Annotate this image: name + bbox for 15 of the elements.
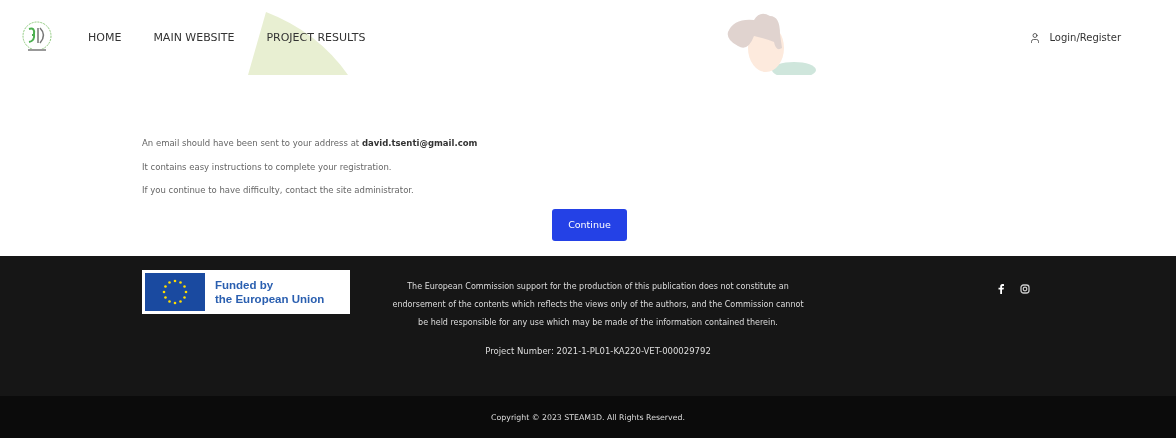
disclaimer-text: The European Commission support for the production of this publication does not constitute an endorsement of the contents which reflects the views only of the authors, and the Commission cannot be held responsible for any use which may be made of the information contained therein. xyxy=(391,281,805,329)
eu-funding-text: Funded by the European Union xyxy=(215,278,325,306)
nav-link[interactable]: PROJECT RESULTS xyxy=(266,31,366,44)
nav-link[interactable]: MAIN WEBSITE xyxy=(153,31,235,44)
instagram-icon[interactable] xyxy=(1020,284,1030,294)
user-icon xyxy=(1029,31,1042,44)
continue-button[interactable]: Continue xyxy=(552,208,627,241)
nav-link[interactable]: HOME xyxy=(88,31,122,44)
project-number: Project Number: 2021-1-PL01-KA220-VET-000029792 xyxy=(485,346,711,356)
facebook-icon[interactable] xyxy=(998,284,1004,294)
eu-flag-icon xyxy=(145,273,205,311)
message-text: An email should have been sent to your address at david.tsenti@gmail.com xyxy=(142,137,479,150)
message-text: It contains easy instructions to complete your registration. xyxy=(142,160,393,174)
message-text: If you continue to have difficulty, contact the site administrator. xyxy=(142,184,415,197)
login-link[interactable]: Login/Register xyxy=(1029,31,1121,44)
